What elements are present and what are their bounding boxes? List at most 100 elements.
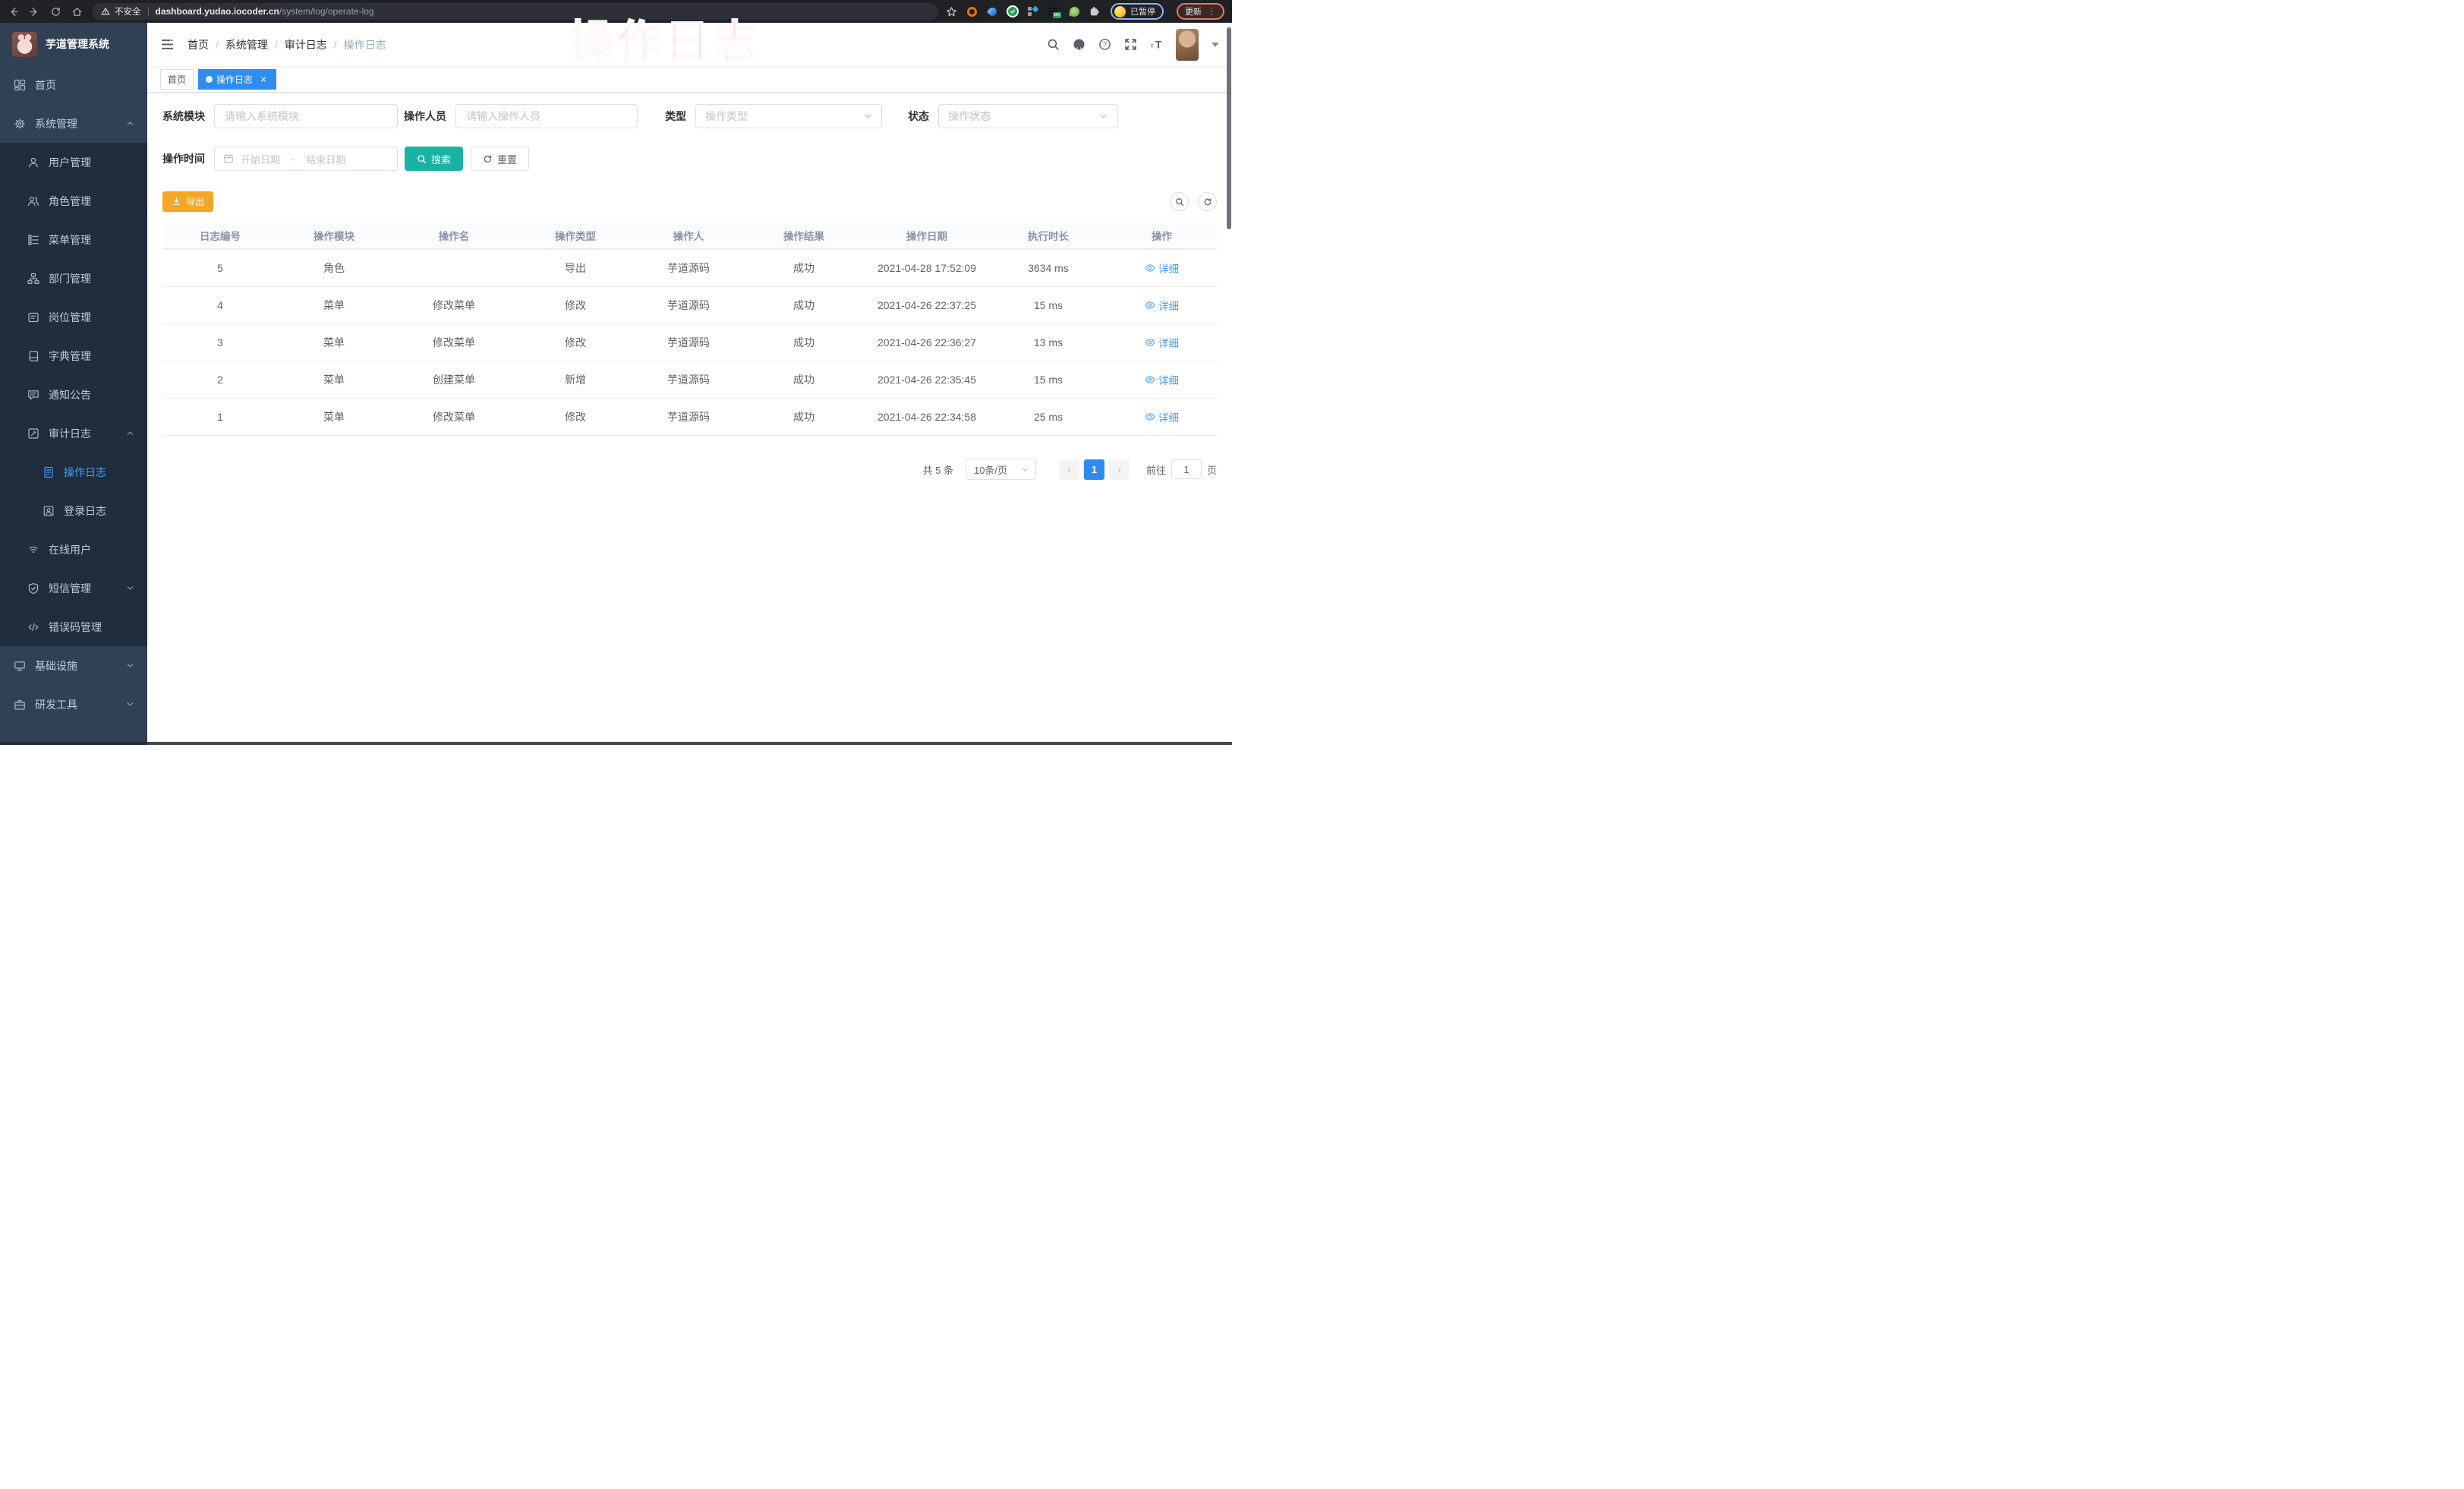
sidebar-item-notice[interactable]: 通知公告 (0, 375, 147, 414)
cell: 创建菜单 (390, 361, 518, 398)
view-detail-link[interactable]: 详细 (1145, 260, 1179, 276)
extension-icon-2[interactable] (986, 5, 998, 17)
module-input[interactable] (214, 104, 398, 128)
browser-menu-icon[interactable]: ⋮ (1207, 7, 1216, 16)
bookmark-star-icon[interactable] (946, 6, 957, 17)
view-detail-link[interactable]: 详细 (1145, 298, 1179, 313)
breadcrumb-item[interactable]: 系统管理 (225, 37, 268, 52)
start-date-placeholder[interactable]: 开始日期 (241, 152, 280, 166)
view-detail-link[interactable]: 详细 (1145, 372, 1179, 387)
cell: 5 (162, 250, 278, 286)
sidebar-item-home[interactable]: 首页 (0, 65, 147, 104)
fullscreen-icon[interactable] (1124, 38, 1137, 51)
eye-icon (1145, 374, 1155, 385)
cell: 3 (162, 324, 278, 361)
browser-profile-button[interactable]: 已暂停 (1111, 3, 1164, 20)
logo-rabbit-avatar (12, 32, 37, 57)
address-bar[interactable]: 不安全 dashboard.yudao.iocoder.cn /system/l… (92, 3, 938, 20)
goto-page-input[interactable] (1171, 459, 1202, 479)
cell: 修改菜单 (390, 287, 518, 323)
extension-icon-6[interactable] (1068, 5, 1080, 17)
sidebar-item-online-user[interactable]: 在线用户 (0, 530, 147, 569)
prev-page-button[interactable]: ‹ (1059, 459, 1079, 480)
tab-operate-log[interactable]: 操作日志× (198, 69, 276, 90)
refresh-table-button[interactable] (1198, 192, 1217, 211)
page-number-1[interactable]: 1 (1084, 459, 1104, 480)
next-page-button[interactable]: › (1109, 459, 1130, 480)
help-icon[interactable]: ? (1098, 38, 1111, 51)
sidebar-item-system-management[interactable]: 系统管理 (0, 104, 147, 143)
extension-icon-5[interactable]: on (1048, 5, 1060, 17)
operator-input[interactable] (455, 104, 638, 128)
avatar-caret-icon[interactable] (1212, 43, 1219, 47)
view-detail-link[interactable]: 详细 (1145, 409, 1179, 424)
reload-icon[interactable] (50, 6, 61, 17)
breadcrumb-item[interactable]: 首页 (187, 37, 209, 52)
back-icon[interactable] (8, 6, 19, 17)
sidebar-item-user-management[interactable]: 用户管理 (0, 143, 147, 181)
github-icon[interactable] (1073, 38, 1085, 51)
forward-icon[interactable] (29, 6, 40, 17)
chevron-down-icon (125, 661, 135, 670)
sidebar-item-login-log[interactable]: 登录日志 (0, 491, 147, 530)
scrollbar-thumb[interactable] (1227, 27, 1231, 229)
toggle-search-button[interactable] (1170, 192, 1189, 211)
sidebar-item-dict-management[interactable]: 字典管理 (0, 336, 147, 375)
cell: 2021-04-26 22:34:58 (864, 399, 990, 435)
extension-icon-3[interactable] (1007, 5, 1019, 17)
sidebar-item-infrastructure[interactable]: 基础设施 (0, 646, 147, 685)
sidebar-item-role-management[interactable]: 角色管理 (0, 181, 147, 220)
page-size-value: 10条/页 (974, 462, 1007, 477)
svg-text:T: T (1155, 38, 1162, 50)
window-bottom-edge (0, 742, 1232, 745)
sidebar-item-menu-management[interactable]: 菜单管理 (0, 220, 147, 259)
profile-paused-label: 已暂停 (1130, 5, 1155, 17)
status-select[interactable]: 操作状态 (938, 104, 1118, 128)
sidebar-item-operate-log[interactable]: 操作日志 (0, 453, 147, 491)
security-label[interactable]: 不安全 (115, 5, 141, 17)
close-icon[interactable]: × (258, 74, 269, 84)
search-icon[interactable] (1047, 38, 1060, 51)
sidebar-menu: 首页系统管理用户管理角色管理菜单管理部门管理岗位管理字典管理通知公告审计日志操作… (0, 65, 147, 724)
column-header: 操作结果 (744, 222, 864, 248)
table-header: 日志编号操作模块操作名操作类型操作人操作结果操作日期执行时长操作 (162, 222, 1217, 250)
puzzle-extensions-icon[interactable] (1089, 6, 1100, 17)
view-detail-link[interactable]: 详细 (1145, 335, 1179, 350)
sidebar-item-audit-log[interactable]: 审计日志 (0, 414, 147, 453)
refresh-icon (483, 154, 493, 164)
tab-home[interactable]: 首页 (160, 69, 194, 90)
cell: 2021-04-26 22:36:27 (864, 324, 990, 361)
sidebar-item-post-management[interactable]: 岗位管理 (0, 298, 147, 336)
sidebar-logo[interactable]: 芋道管理系统 (0, 23, 147, 65)
sidebar-item-dept-management[interactable]: 部门管理 (0, 259, 147, 298)
search-button[interactable]: 搜索 (405, 147, 463, 171)
sidebar-item-sms-management[interactable]: 短信管理 (0, 569, 147, 607)
operate-log-table: 日志编号操作模块操作名操作类型操作人操作结果操作日期执行时长操作 5角色导出芋道… (162, 222, 1217, 436)
date-range-picker[interactable]: 开始日期 - 结束日期 (214, 147, 398, 171)
sidebar-collapse-icon[interactable] (160, 37, 175, 52)
font-size-icon[interactable]: тT (1150, 38, 1163, 51)
browser-update-button[interactable]: 更新 ⋮ (1177, 3, 1224, 20)
breadcrumb-item: 操作日志 (344, 37, 386, 52)
sidebar-item-error-code-management[interactable]: 错误码管理 (0, 607, 147, 646)
cell: 修改 (518, 399, 633, 435)
sidebar-item-dev-tools[interactable]: 研发工具 (0, 685, 147, 724)
cell: 芋道源码 (633, 287, 744, 323)
url-path: /system/log/operate-log (279, 6, 374, 17)
extension-icon-4[interactable] (1027, 5, 1039, 17)
type-select[interactable]: 操作类型 (695, 104, 882, 128)
breadcrumb-item[interactable]: 审计日志 (285, 37, 327, 52)
user-avatar[interactable] (1176, 29, 1199, 61)
warning-icon (101, 7, 110, 16)
dictionary-icon (27, 350, 39, 362)
end-date-placeholder[interactable]: 结束日期 (306, 152, 345, 166)
cell: 15 ms (990, 287, 1107, 323)
export-button[interactable]: 导出 (162, 191, 213, 212)
table-row: 5角色导出芋道源码成功2021-04-28 17:52:093634 ms详细 (162, 250, 1217, 287)
page-size-select[interactable]: 10条/页 (966, 459, 1036, 480)
extension-icon-1[interactable] (966, 5, 978, 17)
tags-bar: 首页操作日志× (147, 66, 1232, 93)
home-icon[interactable] (71, 6, 83, 17)
reset-button[interactable]: 重置 (471, 147, 529, 171)
status-label: 状态 (908, 109, 929, 124)
